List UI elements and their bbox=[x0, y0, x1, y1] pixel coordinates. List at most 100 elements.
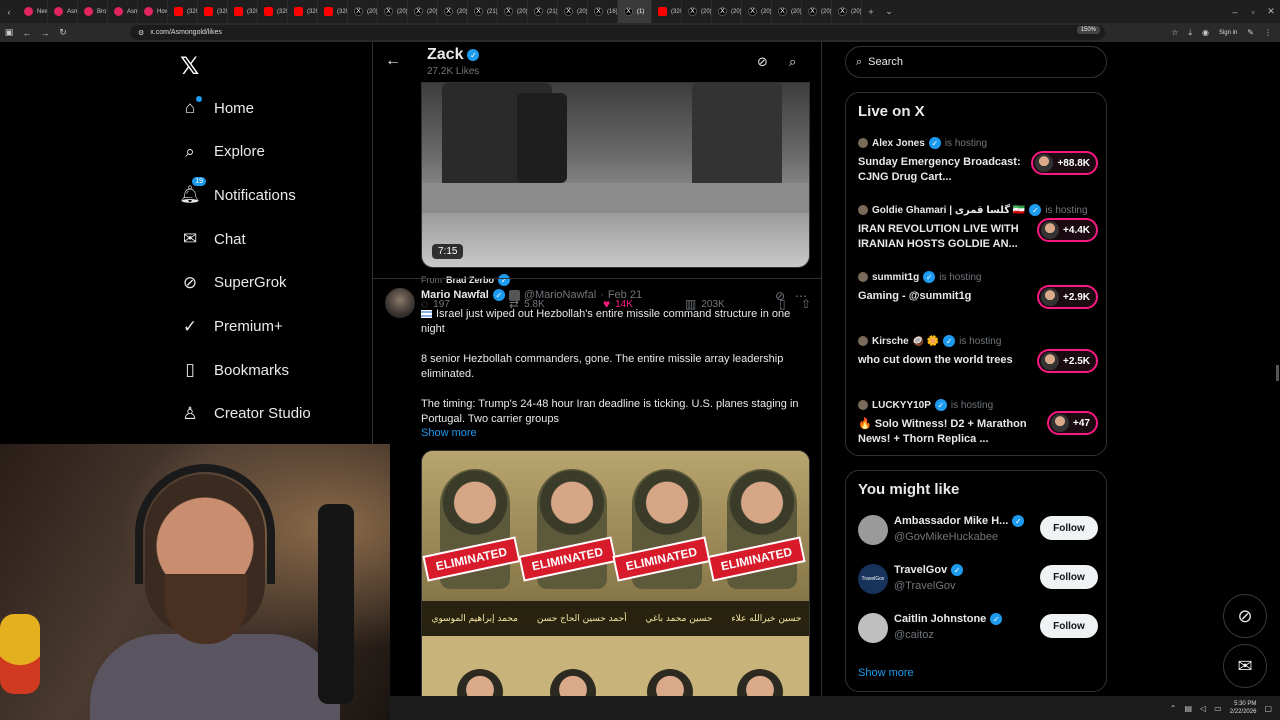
browser-tab[interactable]: X (20) C bbox=[682, 0, 712, 23]
sidebar-toggle-icon[interactable]: ▣ bbox=[0, 27, 18, 38]
browser-tab[interactable]: X (20) I bbox=[378, 0, 408, 23]
show-more-link[interactable]: Show more bbox=[421, 427, 477, 439]
follow-button[interactable]: Follow bbox=[1040, 516, 1098, 540]
browser-tab[interactable]: (3208 bbox=[318, 0, 348, 23]
tweet-image[interactable]: ELIMINATED ELIMINATED ELIMINATED ELIMINA… bbox=[421, 450, 810, 710]
browser-tab[interactable]: X (21) I bbox=[468, 0, 498, 23]
avatar[interactable] bbox=[858, 515, 888, 545]
grok-icon[interactable]: ⊘ bbox=[775, 289, 785, 303]
author-handle[interactable]: @MarioNawfal bbox=[524, 289, 596, 301]
reload-button[interactable]: ↻ bbox=[54, 27, 72, 38]
source-name[interactable]: Brad Zerbo bbox=[446, 275, 494, 285]
suggested-account[interactable]: Ambassador Mike H... ✓ @GovMikeHuckabee Fol… bbox=[858, 513, 1098, 547]
live-space-item[interactable]: summit1g ✓ is hosting Gaming - @summit1g +2.… bbox=[858, 271, 1098, 309]
avatar[interactable] bbox=[385, 288, 415, 318]
browser-tab[interactable]: X (20) y bbox=[742, 0, 772, 23]
browser-tab[interactable]: Asmo bbox=[108, 0, 138, 23]
search-input[interactable]: ⌕ Search bbox=[845, 46, 1107, 78]
zoom-indicator[interactable]: 150% bbox=[1076, 26, 1100, 34]
live-space-item[interactable]: Alex Jones ✓ is hosting Sunday Emergency Br… bbox=[858, 137, 1098, 185]
browser-tab[interactable]: (3207 bbox=[198, 0, 228, 23]
browser-tab[interactable]: X (20) G bbox=[498, 0, 528, 23]
extensions-icon[interactable]: ✎ bbox=[1247, 28, 1254, 37]
notification-icon[interactable]: ▢ bbox=[1264, 704, 1272, 713]
browser-tab[interactable]: (3207 bbox=[258, 0, 288, 23]
suggested-account[interactable]: Caitlin Johnstone ✓ @caitoz Follow bbox=[858, 611, 1098, 645]
browser-tab[interactable]: X (20) I bbox=[348, 0, 378, 23]
browser-tab[interactable]: X (20) I bbox=[438, 0, 468, 23]
menu-icon[interactable]: ⋮ bbox=[1264, 28, 1272, 37]
volume-icon[interactable]: ◁ bbox=[1200, 704, 1206, 713]
browser-tab[interactable]: X (16) I bbox=[588, 0, 618, 23]
tweet-date[interactable]: Feb 21 bbox=[608, 289, 642, 301]
browser-tab[interactable]: X (20) I bbox=[802, 0, 832, 23]
live-space-item[interactable]: Goldie Ghamari | گلسا قمری 🇮🇷 ✓ is hosting… bbox=[858, 204, 1098, 252]
browser-tab[interactable]: (3207 bbox=[652, 0, 682, 23]
download-icon[interactable]: ⤓ bbox=[1188, 28, 1192, 38]
nav-item-chat[interactable]: ✉ Chat bbox=[180, 229, 246, 249]
live-space-item[interactable]: LUCKYY10P ✓ is hosting 🔥 Solo Witness! D2 +… bbox=[858, 399, 1098, 447]
follow-button[interactable]: Follow bbox=[1040, 565, 1098, 589]
nav-item-creator-studio[interactable]: ♙ Creator Studio bbox=[180, 404, 310, 424]
grok-icon[interactable]: ⊘ bbox=[757, 54, 768, 70]
browser-tab[interactable]: X (20) I bbox=[832, 0, 862, 23]
maximize-button[interactable]: ▫ bbox=[1244, 7, 1262, 17]
more-options-icon[interactable]: ⋯ bbox=[795, 289, 807, 303]
browser-tab[interactable]: (3207 bbox=[228, 0, 258, 23]
x-logo[interactable]: 𝕏 bbox=[180, 52, 199, 81]
browser-tab[interactable]: Bro g bbox=[78, 0, 108, 23]
avatar[interactable]: TravelGov bbox=[858, 564, 888, 594]
browser-tab[interactable]: X (20) I bbox=[772, 0, 802, 23]
listener-count-badge[interactable]: +2.9K bbox=[1037, 285, 1098, 309]
browser-tab[interactable]: Asmo bbox=[48, 0, 78, 23]
search-icon[interactable]: ⌕ bbox=[789, 54, 796, 70]
address-bar[interactable]: ⚙ x.com/Asmongold/likes bbox=[130, 25, 1105, 40]
keyboard-icon[interactable]: ▭ bbox=[1214, 704, 1222, 713]
network-icon[interactable]: ▤ bbox=[1184, 704, 1192, 713]
scrollbar-thumb[interactable] bbox=[1276, 365, 1279, 381]
browser-tab[interactable]: X (20) S bbox=[712, 0, 742, 23]
browser-tab[interactable]: How bbox=[138, 0, 168, 23]
back-button[interactable]: ← bbox=[18, 28, 36, 38]
live-space-item[interactable]: Kirsche 🥥 🌼 ✓ is hosting who cut down the w… bbox=[858, 335, 1098, 373]
clock-date: 2/22/2026 bbox=[1229, 709, 1257, 715]
follow-button[interactable]: Follow bbox=[1040, 614, 1098, 638]
site-info-icon[interactable]: ⚙ bbox=[138, 29, 144, 37]
listener-count-badge[interactable]: +88.8K bbox=[1031, 151, 1098, 175]
browser-tab[interactable]: (3207 bbox=[168, 0, 198, 23]
nav-item-bookmarks[interactable]: ▯ Bookmarks bbox=[180, 360, 289, 380]
tab-scroll-left-icon[interactable]: ‹ bbox=[0, 7, 18, 17]
nav-item-home[interactable]: ⌂ Home bbox=[180, 96, 254, 118]
browser-tab[interactable]: X (20) I bbox=[558, 0, 588, 23]
browser-tab[interactable]: X (21) I bbox=[528, 0, 558, 23]
close-window-button[interactable]: ✕ bbox=[1262, 6, 1280, 17]
bookmark-star-icon[interactable]: ☆ bbox=[1171, 28, 1178, 37]
video-player[interactable]: 7:15 bbox=[421, 82, 810, 268]
nav-item-notifications[interactable]: 🔔︎ 19 Notifications bbox=[179, 177, 296, 205]
avatar[interactable] bbox=[858, 613, 888, 643]
author-name[interactable]: Mario Nawfal bbox=[421, 289, 489, 301]
nav-item-premium[interactable]: ✓ Premium+ bbox=[180, 317, 283, 337]
nav-item-explore[interactable]: ⌕ Explore bbox=[180, 142, 265, 162]
back-arrow-icon[interactable]: ← bbox=[385, 52, 401, 70]
show-more-link[interactable]: Show more bbox=[858, 667, 914, 679]
sign-in-button[interactable]: Sign in bbox=[1219, 30, 1237, 36]
messages-fab-button[interactable]: ✉ bbox=[1223, 644, 1267, 688]
forward-button[interactable]: → bbox=[36, 28, 54, 38]
listener-count-badge[interactable]: +2.5K bbox=[1037, 349, 1098, 373]
suggested-account[interactable]: TravelGov TravelGov ✓ @TravelGov Follow bbox=[858, 562, 1098, 596]
new-tab-button[interactable]: + bbox=[862, 7, 880, 17]
browser-tab[interactable]: X (1) bbox=[618, 0, 652, 23]
profile-icon[interactable]: ◉ bbox=[1202, 28, 1209, 37]
listener-count-badge[interactable]: +4.4K bbox=[1037, 218, 1098, 242]
browser-tab[interactable]: (3207 bbox=[288, 0, 318, 23]
clock[interactable]: 5:30 PM 2/22/2026 bbox=[1230, 700, 1257, 716]
browser-tab[interactable]: X (20) " bbox=[408, 0, 438, 23]
browser-tab[interactable]: New bbox=[18, 0, 48, 23]
nav-item-supergrok[interactable]: ⊘ SuperGrok bbox=[180, 273, 287, 293]
tab-list-button[interactable]: ⌄ bbox=[880, 6, 898, 17]
listener-count-badge[interactable]: +47 bbox=[1047, 411, 1098, 435]
tray-expand-icon[interactable]: ⌃ bbox=[1170, 704, 1177, 713]
minimize-button[interactable]: – bbox=[1226, 7, 1244, 17]
grok-fab-button[interactable]: ⊘ bbox=[1223, 594, 1267, 638]
